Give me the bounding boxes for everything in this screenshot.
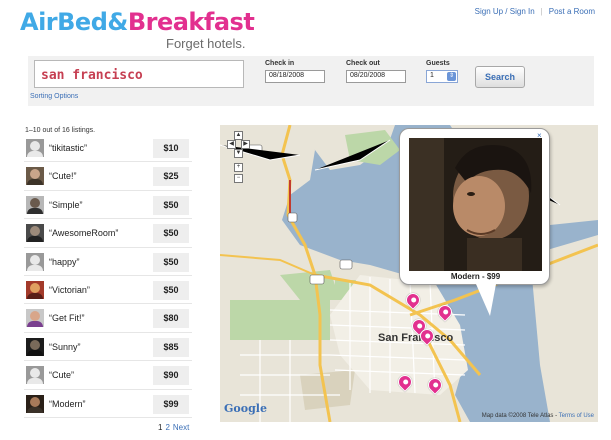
pagination: 1 2 Next [158,423,189,432]
terms-link[interactable]: Terms of Use [559,413,594,419]
listing-name[interactable]: “Get Fit!” [49,313,85,323]
signup-link[interactable]: Sign Up / Sign In [475,7,535,16]
avatar [26,224,44,243]
list-item[interactable]: “Cute” $90 [24,361,192,390]
list-item[interactable]: “Get Fit!” $80 [24,304,192,333]
avatar [26,309,44,328]
avatar [26,139,44,157]
sorting-options-link[interactable]: Sorting Options [30,93,78,100]
checkin-label: Check in [265,60,295,67]
list-item[interactable]: “Modern” $99 [24,390,192,418]
photo-art [409,138,542,271]
tagline: Forget hotels. [166,36,246,51]
pan-left-icon[interactable]: ◀ [227,140,236,149]
pan-up-icon[interactable]: ▲ [234,131,243,140]
avatar [26,195,44,214]
search-button[interactable]: Search [475,66,525,88]
listing-name[interactable]: “Sunny” [49,342,81,352]
listing-name[interactable]: “happy” [49,257,80,267]
avatar [26,366,44,385]
list-item[interactable]: “tikitastic” $10 [24,134,192,163]
avatar [26,337,44,356]
results-count: 1–10 out of 16 listings. [25,127,96,134]
pan-down-icon[interactable]: ▼ [234,149,243,158]
listing-name[interactable]: “Victorian” [49,285,90,295]
listing-price: $50 [153,195,189,215]
page-2-link[interactable]: 2 [165,423,169,432]
avatar [26,252,44,271]
logo-breakfast: Breakfast [127,8,255,36]
listing-list: “tikitastic” $10 “Cute!” $25 “Simple” $5… [24,134,192,418]
listing-name[interactable]: “Cute” [49,370,74,380]
listing-price: $50 [153,252,189,272]
page-1: 1 [158,423,163,432]
location-input[interactable]: san francisco [34,60,244,88]
listing-price: $99 [153,394,189,414]
top-links: Sign Up / Sign In | Post a Room [475,7,595,16]
next-link[interactable]: Next [173,423,189,432]
guests-value: 1 [430,72,434,79]
popup-label: Modern - $99 [450,272,501,281]
list-item[interactable]: “Cute!” $25 [24,162,192,191]
list-item[interactable]: “happy” $50 [24,248,192,276]
list-item[interactable]: “Sunny” $85 [24,333,192,362]
map-data-credit: Map data ©2008 Tele Atlas - [481,413,558,419]
post-room-link[interactable]: Post a Room [549,7,595,16]
listing-price: $10 [153,139,189,158]
city-label: San Francisco [378,332,454,344]
listing-name[interactable]: “Modern” [49,399,86,409]
map-credit: Map data ©2008 Tele Atlas - Terms of Use [482,413,594,419]
logo-airbed: AirBed [20,8,108,36]
guests-select[interactable]: 1 ⇕ [426,70,458,83]
listing-price: $80 [153,309,189,329]
listing-price: $50 [153,224,189,244]
guests-label: Guests [426,60,450,67]
divider: | [540,7,543,16]
listing-name[interactable]: “AwesomeRoom” [49,228,118,238]
pan-right-icon[interactable]: ▶ [241,140,250,149]
popup-tail [476,284,496,316]
listing-price: $50 [153,280,189,300]
listing-name[interactable]: “Simple” [49,200,83,210]
checkout-label: Check out [346,60,380,67]
avatar [26,280,44,299]
list-item[interactable]: “AwesomeRoom” $50 [24,219,192,248]
listing-name[interactable]: “tikitastic” [49,143,87,153]
avatar [26,167,44,186]
google-logo: Google [224,402,267,415]
logo-amp: & [107,8,128,36]
search-bar: san francisco Sorting Options Check in 0… [28,56,594,106]
logo[interactable]: AirBed&Breakfast [20,8,255,36]
spinner-icon[interactable]: ⇕ [447,72,456,81]
list-item[interactable]: “Victorian” $50 [24,276,192,305]
listing-price: $85 [153,337,189,357]
listing-price: $25 [153,167,189,187]
listing-photo[interactable] [409,138,542,271]
checkout-input[interactable]: 08/20/2008 [346,70,406,83]
zoom-in-icon[interactable]: + [234,163,243,172]
listing-name[interactable]: “Cute!” [49,171,77,181]
checkin-input[interactable]: 08/18/2008 [265,70,325,83]
avatar [26,394,44,413]
zoom-out-icon[interactable]: − [234,174,243,183]
list-item[interactable]: “Simple” $50 [24,191,192,220]
listing-price: $90 [153,366,189,386]
info-popup: × Modern - $99 [399,128,550,316]
